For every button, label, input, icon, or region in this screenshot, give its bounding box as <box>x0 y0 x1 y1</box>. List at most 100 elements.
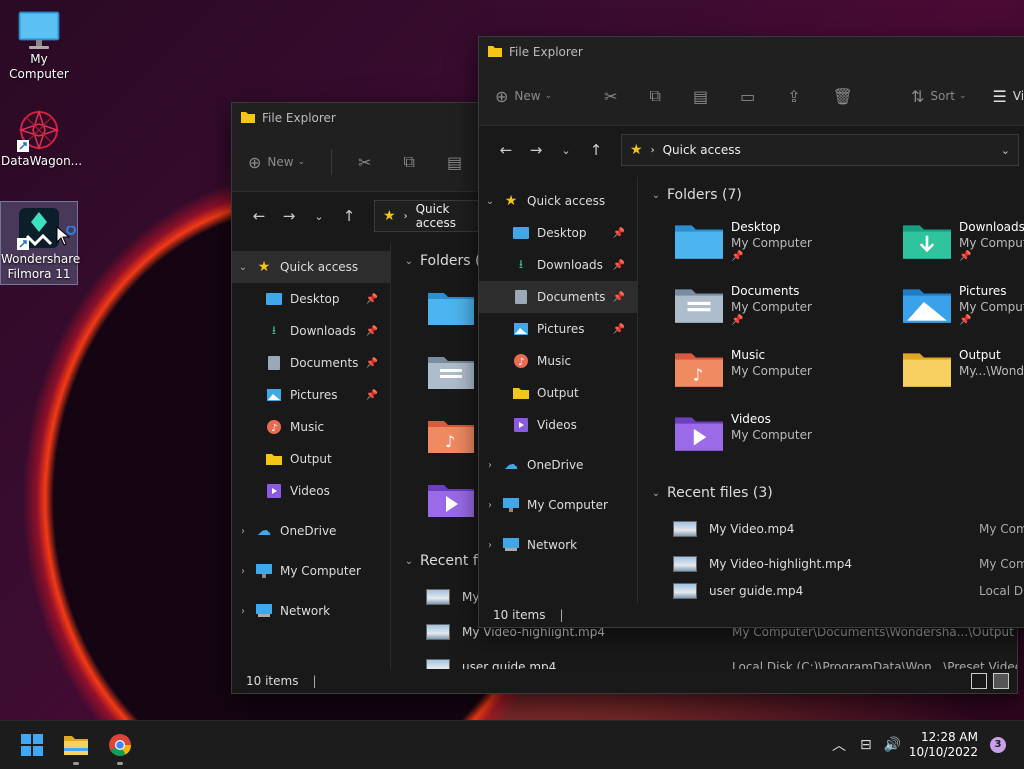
start-button[interactable] <box>16 729 48 761</box>
document-icon <box>511 290 531 304</box>
nav-item-network[interactable]: › Network <box>479 529 637 561</box>
nav-item-output[interactable]: Output <box>479 377 637 409</box>
music-icon: ♪ <box>264 420 284 434</box>
nav-item-pictures[interactable]: Pictures 📌 <box>232 379 390 411</box>
file-explorer-window-front[interactable]: File Explorer ⊕ New ⌄ ✂ ⧉ ▤ ▭ ⇪ 🗑 ⇅ Sort… <box>478 36 1024 628</box>
item-count: 10 items <box>246 674 299 688</box>
folder-tile-videos[interactable]: Videos My Computer <box>675 411 812 455</box>
nav-item-onedrive[interactable]: › ☁ OneDrive <box>232 515 390 547</box>
star-icon: ★ <box>257 259 271 275</box>
nav-item-videos[interactable]: Videos <box>479 409 637 441</box>
pin-icon[interactable]: 📌 <box>613 292 625 303</box>
volume-icon[interactable]: 🔊 <box>884 737 901 753</box>
taskbar-clock[interactable]: 12:28 AM 10/10/2022 <box>909 730 978 760</box>
nav-item-music[interactable]: ♪ Music <box>479 345 637 377</box>
pin-icon[interactable]: 📌 <box>613 324 625 335</box>
taskbar-chrome[interactable] <box>104 729 136 765</box>
monitor-icon <box>254 564 274 578</box>
sort-button[interactable]: ⇅ Sort ⌄ <box>911 87 967 106</box>
nav-item-my-computer[interactable]: › My Computer <box>479 489 637 521</box>
pin-icon[interactable]: 📌 <box>613 228 625 239</box>
nav-item-music[interactable]: ♪ Music <box>232 411 390 443</box>
nav-item-desktop[interactable]: Desktop 📌 <box>479 217 637 249</box>
new-button[interactable]: ⊕ New ⌄ <box>495 87 552 106</box>
pin-icon[interactable]: 📌 <box>366 326 378 337</box>
nav-item-downloads[interactable]: ⭳ Downloads 📌 <box>479 249 637 281</box>
folders-section-header[interactable]: ⌄ Folders (7) <box>639 179 1024 211</box>
address-bar[interactable]: ★ › Quick access ⌄ <box>621 134 1019 166</box>
window-title: File Explorer <box>509 45 583 59</box>
up-arrow-icon[interactable]: ↑ <box>581 141 611 159</box>
desktop-icon-datawagon[interactable]: DataWagon... <box>1 104 82 174</box>
nav-item-quick-access[interactable]: ⌄ ★ Quick access <box>232 251 390 283</box>
share-button[interactable]: ⇪ <box>787 87 806 106</box>
folder-tile-output[interactable]: Output My...\Wonde <box>903 347 1024 391</box>
nav-item-downloads[interactable]: ⭳ Downloads 📌 <box>232 315 390 347</box>
pin-icon[interactable]: 📌 <box>613 260 625 271</box>
nav-item-pictures[interactable]: Pictures 📌 <box>479 313 637 345</box>
recent-file-row[interactable]: My Video.mp4 My Com <box>673 511 1024 546</box>
nav-item-videos[interactable]: Videos <box>232 475 390 507</box>
folder-name: Music <box>731 348 766 362</box>
back-arrow-icon[interactable]: ← <box>244 207 274 225</box>
nav-item-quick-access[interactable]: ⌄ ★ Quick access <box>479 185 637 217</box>
file-location: My Com <box>979 521 1024 536</box>
status-divider: | <box>559 608 564 622</box>
folder-tile-pictures[interactable]: Pictures My Compute📌 <box>903 283 1024 327</box>
show-hidden-icons-chevron[interactable]: ︿ <box>832 735 846 755</box>
folder-tile-desktop[interactable]: Desktop My Computer 📌 <box>675 219 812 263</box>
datawagon-logo-icon <box>17 109 60 152</box>
pin-icon[interactable]: 📌 <box>366 390 378 401</box>
forward-arrow-icon[interactable]: → <box>521 141 551 159</box>
network-status-icon[interactable]: ⊟ <box>860 737 872 753</box>
desktop-icon-my-computer[interactable]: My Computer <box>1 8 77 81</box>
rename-button[interactable]: ▭ <box>740 87 761 106</box>
command-bar: ⊕ New ⌄ ✂ ⧉ ▤ ▭ ⇪ 🗑 ⇅ Sort ⌄ ☰ View <box>479 67 1024 126</box>
pin-icon[interactable]: 📌 <box>366 294 378 305</box>
folder-icon <box>511 387 531 399</box>
address-dropdown-icon[interactable]: ⌄ <box>1001 144 1010 157</box>
nav-label: Music <box>537 354 572 368</box>
nav-item-documents[interactable]: Documents 📌 <box>479 281 637 313</box>
nav-item-desktop[interactable]: Desktop 📌 <box>232 283 390 315</box>
recent-file-row[interactable]: user guide.mp4 Local Dis <box>673 581 1024 601</box>
pin-icon: 📌 <box>959 251 972 262</box>
tiles-view-icon[interactable] <box>993 673 1009 689</box>
svg-text:♪: ♪ <box>518 357 524 368</box>
folder-tile-music[interactable]: ♪ Music My Computer <box>675 347 812 391</box>
cut-button[interactable]: ✂ <box>604 87 623 106</box>
star-icon: ★ <box>383 208 396 224</box>
view-button[interactable]: ☰ View <box>993 87 1024 106</box>
video-thumbnail <box>673 555 697 572</box>
delete-button[interactable]: 🗑 <box>833 87 859 106</box>
rename-icon: ▭ <box>740 86 756 106</box>
paste-button[interactable]: ▤ <box>693 87 714 106</box>
nav-item-my-computer[interactable]: › My Computer <box>232 555 390 587</box>
recent-chevron-icon[interactable]: ⌄ <box>551 144 581 157</box>
recent-section-header[interactable]: ⌄ Recent files (3) <box>639 477 773 509</box>
new-button[interactable]: ⊕ New ⌄ <box>248 153 305 172</box>
taskbar-file-explorer[interactable] <box>60 729 92 765</box>
mouse-cursor-icon <box>56 226 76 246</box>
back-arrow-icon[interactable]: ← <box>491 141 521 159</box>
up-arrow-icon[interactable]: ↑ <box>334 207 364 225</box>
notification-badge[interactable]: 3 <box>990 737 1006 753</box>
recent-file-row[interactable]: My Video-highlight.mp4 My Com <box>673 546 1024 581</box>
folder-icon <box>64 736 88 755</box>
folder-tile-documents[interactable]: Documents My Computer 📌 <box>675 283 812 327</box>
nav-item-onedrive[interactable]: › ☁ OneDrive <box>479 449 637 481</box>
nav-item-output[interactable]: Output <box>232 443 390 475</box>
copy-button[interactable]: ⧉ <box>650 86 667 106</box>
nav-item-documents[interactable]: Documents 📌 <box>232 347 390 379</box>
details-view-icon[interactable] <box>971 673 987 689</box>
folder-tile-downloads[interactable]: Downloads My Compute📌 <box>903 219 1024 263</box>
paste-button[interactable]: ▤ <box>447 153 468 172</box>
file-name: My <box>462 589 480 604</box>
copy-button[interactable]: ⧉ <box>404 152 421 172</box>
cut-button[interactable]: ✂ <box>358 153 377 172</box>
forward-arrow-icon[interactable]: → <box>274 207 304 225</box>
recent-chevron-icon[interactable]: ⌄ <box>304 210 334 223</box>
pin-icon[interactable]: 📌 <box>366 358 378 369</box>
nav-item-network[interactable]: › Network <box>232 595 390 627</box>
title-bar[interactable]: File Explorer <box>479 37 1024 67</box>
